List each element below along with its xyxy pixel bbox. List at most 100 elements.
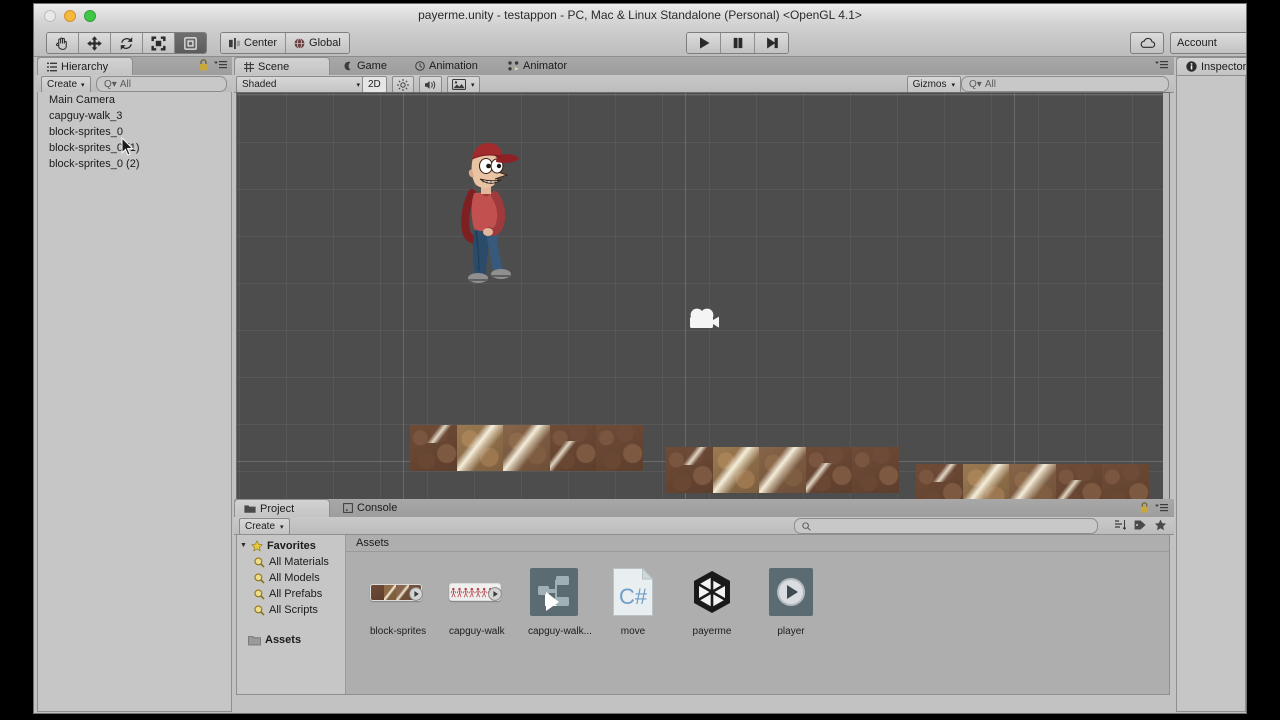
gizmos-label: Gizmos: [912, 79, 947, 90]
project-search-input[interactable]: [794, 518, 1098, 534]
tab-animation[interactable]: Animation: [406, 57, 487, 75]
panel-menu-icon[interactable]: [1155, 503, 1168, 513]
main-toolbar: Center Global Account ▾: [34, 27, 1246, 57]
cloud-button[interactable]: [1130, 32, 1164, 54]
panel-menu-icon[interactable]: [214, 60, 227, 70]
search-icon: [254, 588, 265, 600]
asset-label-player: player: [777, 626, 805, 637]
hierarchy-create-button[interactable]: Create ▾: [41, 76, 91, 93]
unity-scene-icon: [686, 566, 738, 618]
project-create-button[interactable]: Create ▾: [239, 518, 290, 535]
asset-item-move[interactable]: C# move: [607, 566, 659, 637]
draw-mode-dropdown[interactable]: Shaded ▾: [236, 76, 366, 93]
tree-item-assets[interactable]: Assets: [237, 632, 345, 648]
inspector-body[interactable]: [1176, 75, 1246, 712]
tab-project[interactable]: Project: [234, 499, 330, 517]
favorite-star-icon[interactable]: [1154, 519, 1167, 531]
csharp-script-icon: C#: [607, 566, 659, 618]
hierarchy-item-3[interactable]: block-sprites_0 (1): [38, 140, 231, 156]
hierarchy-panel-icons: [199, 59, 227, 71]
space-button[interactable]: Global: [286, 33, 349, 53]
asset-item-payerme[interactable]: payerme: [686, 566, 738, 637]
search-icon: Q▾: [969, 78, 982, 90]
effects-toggle-button[interactable]: ▾: [447, 76, 480, 93]
tree-item-all-models[interactable]: All Models: [237, 570, 345, 586]
hierarchy-item-1[interactable]: capguy-walk_3: [38, 108, 231, 124]
tab-inspector[interactable]: Inspector: [1176, 57, 1247, 75]
tree-item-favorites[interactable]: ▼ Favorites: [237, 538, 345, 554]
chevron-down-icon: ▾: [471, 81, 475, 89]
project-tree[interactable]: ▼ Favorites All Materials All Models All…: [237, 535, 346, 694]
asset-item-capguy-walk[interactable]: capguy-walk: [449, 566, 505, 637]
sun-icon: [397, 78, 409, 91]
tree-item-all-materials[interactable]: All Materials: [237, 554, 345, 570]
scene-object-main-camera[interactable]: [686, 307, 724, 335]
lighting-toggle-button[interactable]: [392, 76, 414, 93]
info-icon: [1186, 61, 1197, 72]
hierarchy-item-4[interactable]: block-sprites_0 (2): [38, 156, 231, 172]
tab-inspector-label: Inspector: [1201, 60, 1247, 73]
gizmos-dropdown[interactable]: Gizmos ▾: [906, 76, 961, 93]
asset-item-block-sprites[interactable]: block-sprites: [370, 566, 426, 637]
scene-object-block-sprites_0-1[interactable]: [666, 447, 899, 493]
hierarchy-icon: [47, 62, 57, 71]
scene-grid-axis-v: [403, 93, 404, 549]
asset-breadcrumb[interactable]: Assets: [346, 535, 1169, 552]
asset-item-player[interactable]: player: [765, 566, 817, 637]
tree-label-all-scripts: All Scripts: [269, 604, 318, 616]
tree-item-all-scripts[interactable]: All Scripts: [237, 602, 345, 618]
block-tile: [456, 425, 503, 471]
tree-item-all-prefabs[interactable]: All Prefabs: [237, 586, 345, 602]
asset-item-capguy-walk-controller[interactable]: capguy-walk...: [528, 566, 592, 637]
scene-right-edge[interactable]: [1163, 93, 1169, 549]
hierarchy-panel: Hierarchy Create ▾ Q▾ All Main Camera ca…: [37, 57, 232, 712]
project-create-label: Create: [245, 521, 276, 532]
scene-search-input[interactable]: Q▾ All: [961, 76, 1169, 92]
audio-toggle-button[interactable]: [419, 76, 442, 93]
scene-object-block-sprites_0[interactable]: [410, 425, 643, 471]
scale-tool[interactable]: [143, 33, 175, 53]
tab-console[interactable]: Console: [334, 499, 406, 517]
star-icon: [251, 540, 263, 552]
hierarchy-search-input[interactable]: Q▾ All: [96, 76, 227, 92]
scene-grid-axis-h: [237, 94, 1169, 95]
chevron-down-icon: ▾: [356, 81, 360, 89]
step-button[interactable]: [755, 33, 788, 53]
scene-viewport[interactable]: [236, 92, 1170, 550]
lock-icon[interactable]: [199, 59, 208, 71]
tab-hierarchy-label: Hierarchy: [61, 60, 109, 73]
hand-tool[interactable]: [47, 33, 79, 53]
search-icon: [254, 556, 265, 568]
lock-icon[interactable]: [1140, 502, 1149, 513]
pivot-button[interactable]: Center: [221, 33, 287, 53]
expand-arrow-icon[interactable]: ▼: [240, 538, 247, 554]
pause-button[interactable]: [721, 33, 755, 53]
scene-icon: [244, 61, 254, 72]
hierarchy-item-0[interactable]: Main Camera: [38, 92, 231, 108]
label-icon[interactable]: [1134, 519, 1146, 531]
hierarchy-item-2[interactable]: block-sprites_0: [38, 124, 231, 140]
camera-gizmo-icon: [690, 308, 719, 328]
2d-toggle-button[interactable]: 2D: [362, 76, 387, 93]
tab-animator[interactable]: Animator: [499, 57, 576, 75]
hierarchy-list[interactable]: Main Camera capguy-walk_3 block-sprites_…: [37, 92, 232, 712]
tab-scene[interactable]: Scene: [234, 57, 330, 75]
search-icon: [254, 572, 265, 584]
asset-browser[interactable]: Assets block-sprites capguy-walk capguy-…: [346, 535, 1169, 694]
rotate-tool[interactable]: [111, 33, 143, 53]
account-button[interactable]: Account ▾: [1170, 32, 1246, 54]
block-tile: [759, 447, 806, 493]
tab-game[interactable]: Game: [334, 57, 396, 75]
play-button[interactable]: [687, 33, 721, 53]
scene-object-capguy-walk_3[interactable]: [445, 135, 525, 290]
asset-grid: block-sprites capguy-walk capguy-walk...…: [346, 552, 1169, 637]
sort-icon[interactable]: [1114, 519, 1126, 531]
tab-console-label: Console: [357, 502, 398, 514]
rect-tool[interactable]: [175, 33, 206, 53]
spritesheet-capguy-icon: [449, 566, 502, 618]
move-tool[interactable]: [79, 33, 111, 53]
game-icon: [344, 61, 351, 71]
scene-panel: Scene Game Animation Animator Shaded ▾ 2…: [234, 57, 1174, 550]
panel-menu-icon[interactable]: [1155, 60, 1168, 70]
tab-hierarchy[interactable]: Hierarchy: [37, 57, 133, 75]
